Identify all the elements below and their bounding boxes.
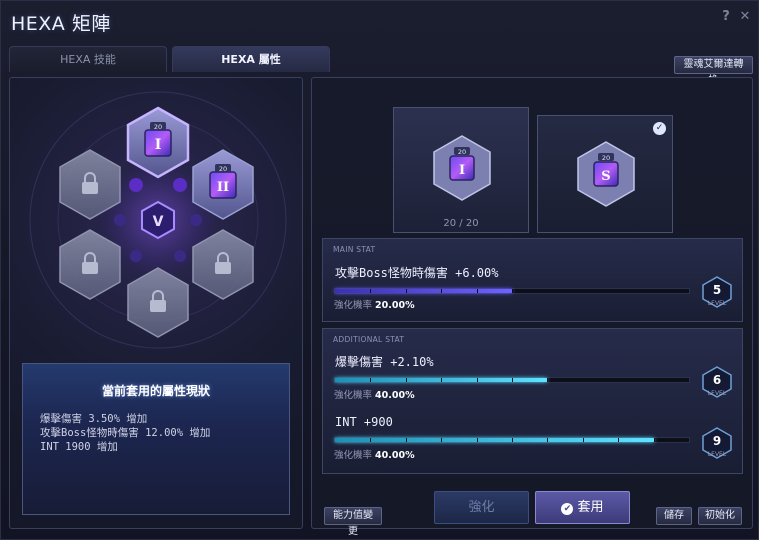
level-number: 9 <box>712 434 722 448</box>
stat-core-count: 20 / 20 <box>443 218 479 229</box>
soul-erda-convert-button[interactable]: 靈魂艾爾達轉換 <box>674 56 753 86</box>
svg-text:I: I <box>155 137 162 153</box>
stat-core-icon: I 20 <box>433 135 491 201</box>
bar-segment-divider <box>653 378 655 382</box>
bar-segment-divider <box>618 378 620 382</box>
check-circle-icon: ✔ <box>561 503 574 515</box>
tab-hexa-skill[interactable]: HEXA 技能 <box>9 46 167 72</box>
main-stat-header: MAIN STAT <box>333 245 376 254</box>
bar-segment-divider <box>653 438 655 442</box>
bar-segment-divider <box>582 378 584 382</box>
bar-segment-divider <box>476 289 478 293</box>
additional-stat-level-badge: 6 LEVEL <box>700 365 734 399</box>
chance-value: 20.00% <box>375 300 415 311</box>
svg-text:V: V <box>153 214 164 230</box>
bar-segment-divider <box>441 378 443 382</box>
status-title: 當前套用的屬性現狀 <box>101 384 210 398</box>
stat-detail-panel: I 20 20 / 20 S 20 ✓ MAIN STAT 攻擊Boss怪物時傷… <box>311 77 753 529</box>
stat-change-button[interactable]: 能力值變更 <box>324 507 382 537</box>
main-stat-chance: 強化機率 20.00% <box>334 297 415 311</box>
level-label: LEVEL <box>707 390 727 397</box>
bar-segment-divider <box>370 438 372 442</box>
svg-text:20: 20 <box>219 165 227 173</box>
chance-label: 強化機率 <box>334 390 373 401</box>
bar-segment-divider <box>370 378 372 382</box>
selected-check-icon: ✓ <box>653 122 666 135</box>
bar-segment-divider <box>547 378 549 382</box>
enhance-button[interactable]: 強化 <box>434 491 529 524</box>
help-icon[interactable]: ? <box>719 10 733 24</box>
current-stat-status-box: 當前套用的屬性現狀 爆擊傷害 3.50% 增加 攻擊Boss怪物時傷害 12.0… <box>22 363 290 515</box>
main-stat-progress-bar <box>334 288 690 294</box>
bar-segment-divider <box>512 378 513 382</box>
apply-button[interactable]: ✔ 套用 <box>535 491 630 524</box>
level-label: LEVEL <box>707 451 727 458</box>
svg-text:20: 20 <box>602 154 610 162</box>
level-label: LEVEL <box>707 300 727 307</box>
bar-segment-divider <box>476 438 478 442</box>
status-lines: 爆擊傷害 3.50% 增加 攻擊Boss怪物時傷害 12.00% 增加 INT … <box>40 412 210 454</box>
matrix-node-bottom-locked[interactable] <box>127 267 189 338</box>
hexa-v-logo-icon: V <box>141 200 175 240</box>
status-line: INT 1900 增加 <box>40 441 118 453</box>
chance-label: 強化機率 <box>334 300 373 311</box>
chance-value: 40.00% <box>375 450 415 461</box>
stat-core-icon: S 20 <box>577 141 635 207</box>
additional-stat-chance: 強化機率 40.00% <box>334 447 415 461</box>
main-stat-box: MAIN STAT 攻擊Boss怪物時傷害 +6.00% 強化機率 20.00% … <box>322 238 743 322</box>
additional-stat-name: INT +900 <box>335 415 393 429</box>
chance-value: 40.00% <box>375 390 415 401</box>
bar-segment-divider <box>441 289 443 293</box>
bar-segment-divider <box>405 438 407 442</box>
bar-segment-divider <box>512 289 513 293</box>
additional-stat-level-badge: 9 LEVEL <box>700 426 734 460</box>
bar-segment-divider <box>582 438 584 442</box>
progress-fill <box>335 438 654 442</box>
level-number: 5 <box>712 283 722 297</box>
bar-segment-divider <box>653 289 655 293</box>
bar-segment-divider <box>547 289 549 293</box>
title-bar[interactable]: HEXA 矩陣 ? ✕ <box>1 1 759 43</box>
bar-segment-divider <box>405 289 407 293</box>
bar-segment-divider <box>547 438 549 442</box>
bar-segment-divider <box>441 438 443 442</box>
save-button[interactable]: 儲存 <box>656 507 692 525</box>
reset-button[interactable]: 初始化 <box>698 507 742 525</box>
apply-label: 套用 <box>577 500 604 515</box>
svg-text:20: 20 <box>154 123 162 131</box>
hexa-matrix-panel: V I 20 II 20 當前套用的屬性現狀 爆擊傷害 3.50% 增加 攻擊B… <box>9 77 303 529</box>
status-line: 攻擊Boss怪物時傷害 12.00% 增加 <box>40 427 211 439</box>
tab-hexa-stat[interactable]: HEXA 屬性 <box>172 46 330 72</box>
bar-segment-divider <box>405 378 407 382</box>
hexa-matrix-window: HEXA 矩陣 ? ✕ HEXA 技能 HEXA 屬性 靈魂艾爾達轉換 <box>0 0 759 540</box>
additional-stat-box: ADDITIONAL STAT 爆擊傷害 +2.10% 強化機率 40.00% 6… <box>322 328 743 474</box>
status-line: 爆擊傷害 3.50% 增加 <box>40 413 148 425</box>
progress-fill <box>335 289 512 293</box>
svg-text:II: II <box>217 180 229 195</box>
bar-segment-divider <box>582 289 584 293</box>
additional-stat-header: ADDITIONAL STAT <box>333 335 405 344</box>
svg-text:20: 20 <box>458 148 466 156</box>
main-stat-name: 攻擊Boss怪物時傷害 +6.00% <box>335 266 499 280</box>
bar-segment-divider <box>618 289 620 293</box>
bar-segment-divider <box>476 378 478 382</box>
bar-segment-divider <box>512 438 513 442</box>
bar-segment-divider <box>618 438 620 442</box>
additional-stat-name: 爆擊傷害 +2.10% <box>335 355 434 369</box>
window-title: HEXA 矩陣 <box>11 13 111 35</box>
svg-text:S: S <box>601 169 610 184</box>
stat-core-card-2[interactable]: S 20 ✓ <box>537 115 673 233</box>
level-number: 6 <box>712 373 722 387</box>
additional-stat-progress-bar <box>334 377 690 383</box>
svg-text:I: I <box>459 163 465 178</box>
close-icon[interactable]: ✕ <box>738 10 752 24</box>
main-stat-level-badge: 5 LEVEL <box>700 275 734 309</box>
stat-core-card-1[interactable]: I 20 <box>393 107 529 233</box>
chance-label: 強化機率 <box>334 450 373 461</box>
additional-stat-progress-bar <box>334 437 690 443</box>
bar-segment-divider <box>370 289 372 293</box>
additional-stat-chance: 強化機率 40.00% <box>334 387 415 401</box>
